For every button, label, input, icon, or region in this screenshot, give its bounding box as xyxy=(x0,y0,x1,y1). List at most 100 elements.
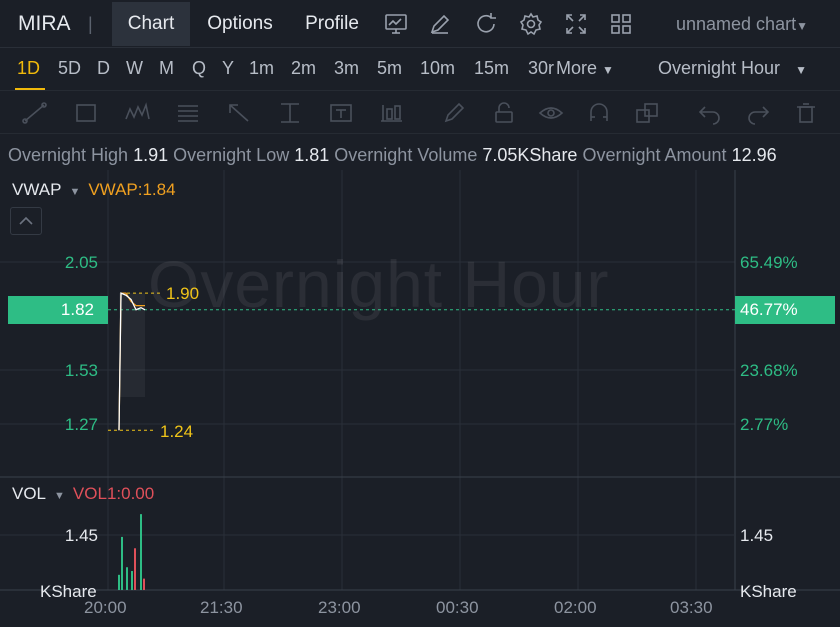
lock-icon[interactable] xyxy=(491,101,517,125)
time-axis-tick: 20:00 xyxy=(84,598,127,617)
refresh-icon[interactable] xyxy=(474,12,498,36)
period-1m[interactable]: 1m xyxy=(249,58,274,79)
low-price-marker: 1.24 xyxy=(160,422,194,441)
brush-icon[interactable] xyxy=(441,101,467,125)
period-5d[interactable]: 5D xyxy=(58,58,81,79)
current-price-tag: 1.82 xyxy=(8,296,108,324)
period-q[interactable]: Q xyxy=(192,58,206,79)
clone-icon[interactable] xyxy=(634,101,660,125)
caret-down-icon: ▼ xyxy=(54,490,65,502)
tab-options[interactable]: Options xyxy=(196,2,284,46)
caret-down-icon: ▼ xyxy=(69,186,81,198)
price-range-icon[interactable] xyxy=(277,101,303,125)
price-area-fill xyxy=(119,293,145,397)
percent-axis-right-tick: 2.77% xyxy=(740,415,789,434)
chart-name-label: unnamed chart xyxy=(676,14,797,34)
fullscreen-icon[interactable] xyxy=(564,12,588,36)
volume-axis-left-tick: 1.45 xyxy=(64,526,98,545)
vwap-indicator-value: VWAP:1.84 xyxy=(88,180,176,199)
price-chart[interactable] xyxy=(0,170,840,627)
layout-grid-icon[interactable] xyxy=(609,12,633,36)
trash-icon[interactable] xyxy=(793,101,819,125)
overnight-low-label: Overnight Low xyxy=(173,145,290,165)
session-select-label: Overnight Hour xyxy=(658,58,781,78)
collapse-indicator-button[interactable] xyxy=(10,207,42,235)
text-note-icon[interactable] xyxy=(328,101,354,125)
vol-indicator-name: VOL xyxy=(12,484,47,503)
current-percent-tag: 46.77% xyxy=(735,296,835,324)
undo-icon[interactable] xyxy=(697,101,723,125)
magnet-icon[interactable] xyxy=(586,101,612,125)
top-nav-bar: MIRA | Chart Options Profile unnamed cha… xyxy=(0,0,840,48)
volume-axis-right-tick: 1.45 xyxy=(740,526,774,545)
volume-bar xyxy=(140,514,142,590)
tab-profile[interactable]: Profile xyxy=(296,2,368,46)
trend-line-icon[interactable] xyxy=(22,101,48,125)
eye-icon[interactable] xyxy=(538,101,564,125)
overnight-high-label: Overnight High xyxy=(8,145,129,165)
settings-icon[interactable] xyxy=(519,12,543,36)
more-periods-dropdown[interactable]: More ▼ xyxy=(556,58,614,79)
volume-bar xyxy=(134,548,136,590)
period-bar: 1D 5D D W M Q Y 1m 2m 3m 5m 10m 15m 30r … xyxy=(0,48,840,90)
overnight-amount-label: Overnight Amount xyxy=(582,145,727,165)
chart-name-dropdown[interactable]: unnamed chart▼ xyxy=(676,14,808,35)
period-w[interactable]: W xyxy=(126,58,143,79)
period-30m[interactable]: 30r xyxy=(528,58,554,79)
ticker-separator: | xyxy=(88,14,93,34)
period-1d[interactable]: 1D xyxy=(17,58,40,79)
volume-bar xyxy=(118,574,120,590)
period-d[interactable]: D xyxy=(97,58,110,79)
caret-down-icon: ▼ xyxy=(795,63,807,77)
vwap-legend[interactable]: VWAP ▼ VWAP:1.84 xyxy=(12,180,176,200)
volume-legend[interactable]: VOL ▼ VOL1:0.00 xyxy=(12,484,154,504)
rectangle-icon[interactable] xyxy=(73,101,99,125)
volume-bar xyxy=(121,536,123,590)
redo-icon[interactable] xyxy=(745,101,771,125)
ticker-symbol: MIRA xyxy=(18,12,71,35)
overnight-volume-value: 7.05KShare xyxy=(482,145,578,165)
price-axis-left-tick: 1.27 xyxy=(64,415,98,434)
vol-indicator-value: VOL1:0.00 xyxy=(72,484,155,503)
time-axis-tick: 03:30 xyxy=(670,598,713,617)
volume-bar xyxy=(126,567,128,590)
time-axis-tick: 21:30 xyxy=(200,598,243,617)
time-axis-tick: 02:00 xyxy=(554,598,597,617)
overnight-low-value: 1.81 xyxy=(294,145,330,165)
period-3m[interactable]: 3m xyxy=(334,58,359,79)
period-10m[interactable]: 10m xyxy=(420,58,455,79)
percent-axis-right-tick: 23.68% xyxy=(740,361,798,380)
chart-board-icon[interactable] xyxy=(384,12,408,36)
more-periods-label: More xyxy=(556,58,598,78)
volume-unit-right: KShare xyxy=(740,582,797,601)
period-15m[interactable]: 15m xyxy=(474,58,509,79)
period-m[interactable]: M xyxy=(159,58,174,79)
period-y[interactable]: Y xyxy=(222,58,234,79)
arrow-icon[interactable] xyxy=(226,101,252,125)
volume-bar xyxy=(131,571,133,590)
caret-down-icon: ▼ xyxy=(602,63,614,77)
edit-icon[interactable] xyxy=(428,12,452,36)
volume-bar xyxy=(143,578,145,590)
overnight-stats: Overnight High 1.91 Overnight Low 1.81 O… xyxy=(8,145,777,166)
chevron-up-icon xyxy=(19,216,33,225)
time-axis-tick: 00:30 xyxy=(436,598,479,617)
time-axis-tick: 23:00 xyxy=(318,598,361,617)
pattern-icon[interactable] xyxy=(124,101,150,125)
overnight-volume-label: Overnight Volume xyxy=(334,145,478,165)
volume-bars xyxy=(118,514,145,590)
price-axis-left-tick: 1.53 xyxy=(64,361,98,380)
percent-axis-right-tick: 65.49% xyxy=(740,253,798,272)
tab-chart[interactable]: Chart xyxy=(112,2,190,46)
long-position-icon[interactable] xyxy=(378,101,404,125)
high-price-marker: 1.90 xyxy=(166,284,200,303)
overnight-amount-value: 12.96 xyxy=(731,145,777,165)
period-5m[interactable]: 5m xyxy=(377,58,402,79)
vwap-indicator-name: VWAP xyxy=(12,180,62,199)
period-2m[interactable]: 2m xyxy=(291,58,316,79)
price-axis-left-tick: 2.05 xyxy=(64,253,98,272)
chevron-down-icon: ▼ xyxy=(796,19,808,33)
fibonacci-icon[interactable] xyxy=(175,101,201,125)
overnight-high-value: 1.91 xyxy=(133,145,169,165)
session-select[interactable]: Overnight Hour ▼ xyxy=(658,58,807,79)
